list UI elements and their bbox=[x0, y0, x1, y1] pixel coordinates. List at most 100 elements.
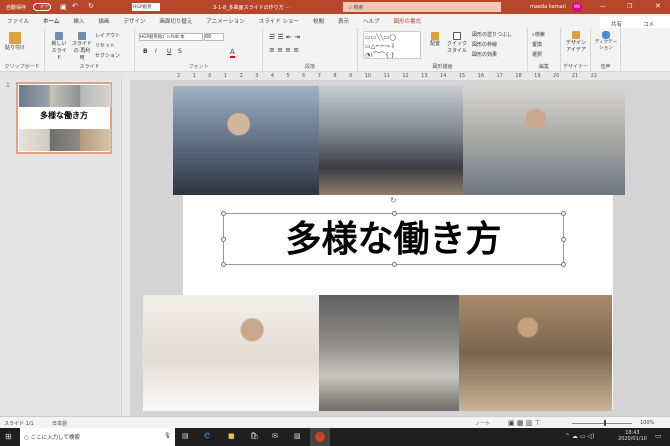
photo-businessman-phone[interactable] bbox=[173, 86, 319, 195]
resize-handle[interactable] bbox=[561, 237, 566, 242]
tray-icons[interactable]: ^ ☁ ▭ ◁) bbox=[565, 433, 594, 440]
arrange-icon bbox=[431, 32, 439, 40]
group-label: 音声 bbox=[600, 64, 611, 70]
ribbon-tabs: ファイル ホーム 挿入 描画 デザイン 画面切り替え アニメーション スライド ショー 校閲 表示… bbox=[0, 14, 670, 40]
photo-colleagues-talking[interactable] bbox=[459, 295, 612, 411]
powerpoint-taskbar-button[interactable] bbox=[310, 428, 330, 446]
section-button[interactable]: セクション bbox=[95, 52, 120, 59]
tab-animations[interactable]: アニメーション bbox=[199, 14, 251, 28]
edge-icon[interactable]: e bbox=[204, 430, 210, 441]
bullets-icon[interactable]: ☰ ☰ ⇤ ⇥ bbox=[269, 33, 300, 41]
shape-effects-button[interactable]: 図形の効果 bbox=[472, 51, 497, 58]
tab-insert[interactable]: 挿入 bbox=[66, 14, 91, 28]
font-quick-box[interactable]: HGP創英 bbox=[132, 3, 160, 11]
shape-outline-button[interactable]: 図形の枠線 bbox=[472, 41, 497, 48]
tab-view[interactable]: 表示 bbox=[331, 14, 356, 28]
search-box[interactable]: ⌕ 検索 bbox=[343, 2, 501, 12]
tab-design[interactable]: デザイン bbox=[116, 14, 152, 28]
notification-icon[interactable]: ▭ bbox=[655, 432, 662, 440]
new-slide-button[interactable]: 新しい スライド bbox=[50, 32, 68, 61]
taskbar: ⊞ ○ ここに入力して検索 🎙 ▤ e ■ 🛍 ✉ ▨ ^ ☁ ▭ ◁) 18:4… bbox=[0, 428, 670, 446]
zoom-slider[interactable] bbox=[572, 423, 632, 424]
dictate-button[interactable]: ディクテーション bbox=[594, 31, 618, 51]
find-button[interactable]: ⌕検索 bbox=[532, 31, 545, 38]
autosave-toggle[interactable]: オフ bbox=[33, 3, 51, 11]
align-icon[interactable]: ≡ ≡ ≡ ≡ bbox=[269, 46, 299, 54]
undo-icon[interactable]: ↶ bbox=[72, 2, 78, 10]
font-size-select[interactable]: 66 bbox=[204, 33, 224, 41]
resize-handle[interactable] bbox=[221, 237, 226, 242]
notes-button[interactable]: ノート bbox=[475, 420, 490, 427]
minimize-button[interactable]: — bbox=[600, 3, 606, 10]
photo-woman-waving[interactable] bbox=[463, 86, 625, 195]
start-button[interactable]: ⊞ bbox=[5, 432, 12, 441]
layout-button[interactable]: レイアウト bbox=[95, 32, 120, 39]
slide-thumbnail[interactable]: 多様な働き方 bbox=[16, 82, 112, 154]
zoom-slider-thumb[interactable] bbox=[604, 420, 606, 426]
arrange-button[interactable]: 配置 bbox=[430, 32, 440, 47]
tab-transitions[interactable]: 画面切り替え bbox=[152, 14, 199, 28]
horizontal-ruler[interactable]: 2 1 0 1 2 3 4 5 6 7 8 9 10 11 12 13 14 15 16 17 18 19 20 21 22 bbox=[125, 72, 670, 80]
shadow-button[interactable]: S bbox=[178, 48, 182, 55]
view-buttons-icon[interactable]: ▣ ▦ ▥ ⊤ bbox=[508, 419, 541, 427]
resize-handle[interactable] bbox=[392, 211, 397, 216]
select-button[interactable]: 選択 bbox=[532, 51, 542, 58]
title-textbox[interactable]: 多様な働き方 ↻ bbox=[221, 196, 566, 267]
zoom-level[interactable]: 100% bbox=[640, 420, 654, 426]
shapes-gallery[interactable]: ▭▭╲╲▭◯ ▭△⌐⌐⇨⇩ ◔⌇⌒⌒{ } bbox=[363, 31, 421, 59]
new-slide-icon bbox=[55, 32, 63, 40]
group-label: 図形描画 bbox=[432, 64, 453, 70]
bold-button[interactable]: B bbox=[143, 48, 148, 55]
rotate-handle-icon[interactable]: ↻ bbox=[390, 196, 397, 205]
taskbar-search[interactable]: ○ ここに入力して検索 🎙 bbox=[20, 428, 175, 446]
tab-file[interactable]: ファイル bbox=[0, 14, 36, 28]
task-view-icon[interactable]: ▤ bbox=[182, 432, 189, 440]
reset-button[interactable]: リセット bbox=[95, 42, 115, 49]
font-color-icon[interactable]: A bbox=[230, 48, 235, 58]
italic-button[interactable]: I bbox=[155, 48, 157, 55]
font-name-select[interactable]: HGP創英角ｺﾞｼｯｸUB 本 bbox=[139, 33, 203, 41]
avatar[interactable]: MK bbox=[572, 2, 582, 12]
replace-button[interactable]: 置換 bbox=[532, 41, 542, 48]
group-label: 段落 bbox=[304, 64, 315, 70]
microphone-icon bbox=[602, 31, 610, 39]
close-button[interactable]: ✕ bbox=[655, 2, 661, 10]
reuse-slides-button[interactable]: スライドの 再利用 bbox=[72, 32, 92, 61]
explorer-icon[interactable]: ■ bbox=[228, 432, 235, 440]
photo-business-meeting[interactable] bbox=[319, 86, 463, 195]
slide-title[interactable]: 多様な働き方 bbox=[224, 220, 563, 260]
design-ideas-button[interactable]: デザイン アイデア bbox=[566, 31, 586, 53]
underline-button[interactable]: U bbox=[167, 48, 171, 55]
maximize-button[interactable]: ❐ bbox=[627, 3, 632, 10]
redo-icon[interactable]: ↻ bbox=[88, 2, 94, 10]
quick-style-button[interactable]: クイック スタイル bbox=[446, 32, 468, 54]
save-icon[interactable]: ▣ bbox=[60, 3, 67, 11]
photos-icon[interactable]: ▨ bbox=[294, 432, 301, 440]
ruler-tick: 12 bbox=[402, 73, 409, 79]
resize-handle[interactable] bbox=[561, 262, 566, 267]
resize-handle[interactable] bbox=[221, 262, 226, 267]
powerpoint-icon bbox=[315, 432, 325, 442]
clock[interactable]: 18:43 2020/01/10 bbox=[618, 430, 647, 442]
photo-team-table[interactable] bbox=[319, 295, 459, 411]
resize-handle[interactable] bbox=[221, 211, 226, 216]
vertical-ruler[interactable] bbox=[122, 80, 130, 416]
tab-review[interactable]: 校閲 bbox=[306, 14, 331, 28]
tab-slideshow[interactable]: スライド ショー bbox=[252, 14, 306, 28]
resize-handle[interactable] bbox=[561, 211, 566, 216]
mail-icon[interactable]: ✉ bbox=[272, 432, 278, 440]
tab-draw[interactable]: 描画 bbox=[91, 14, 116, 28]
ruler-tick: 18 bbox=[515, 73, 522, 79]
tab-shape-format[interactable]: 図形の書式 bbox=[387, 14, 429, 28]
photo-woman-laptop[interactable] bbox=[143, 295, 319, 411]
store-icon[interactable]: 🛍 bbox=[250, 432, 259, 440]
tab-help[interactable]: ヘルプ bbox=[356, 14, 387, 28]
ruler-tick: 13 bbox=[421, 73, 428, 79]
group-label: デザイナー bbox=[563, 64, 588, 70]
shape-fill-button[interactable]: 図形の塗りつぶし bbox=[472, 31, 512, 38]
paste-button[interactable]: 貼り付け bbox=[5, 32, 25, 51]
resize-handle[interactable] bbox=[392, 262, 397, 267]
group-drawing: ▭▭╲╲▭◯ ▭△⌐⌐⇨⇩ ◔⌇⌒⌒{ } 配置 クイック スタイル 図形の塗り… bbox=[358, 28, 528, 72]
language-indicator[interactable]: 日本語 bbox=[52, 420, 67, 427]
ruler-tick: 17 bbox=[496, 73, 503, 79]
